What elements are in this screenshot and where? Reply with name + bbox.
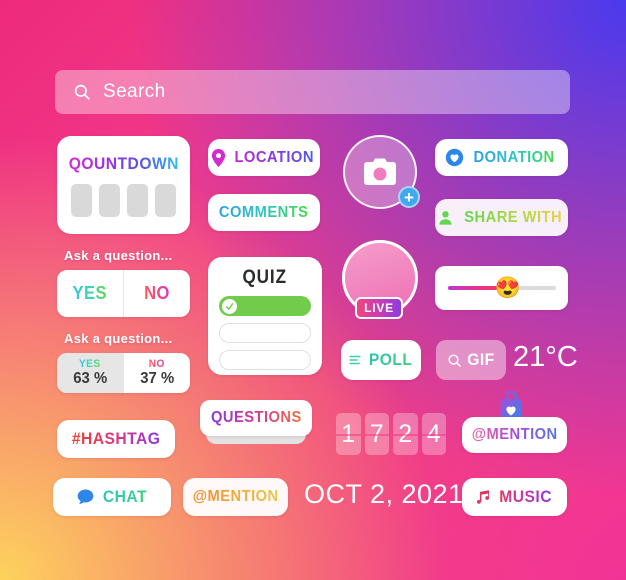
poll-result-yes: YES 63 % <box>57 353 124 393</box>
camera-icon <box>364 158 396 185</box>
ask-question-prompt-1: Ask a question... <box>64 248 173 263</box>
mention-shop-label: @MENTION <box>471 426 558 443</box>
quiz-title: QUIZ <box>242 267 288 288</box>
poll-yes-label: YES <box>72 283 108 303</box>
poll-result-no: NO 37 % <box>124 353 191 393</box>
flip-digit-value: 4 <box>426 419 441 448</box>
search-icon <box>448 353 461 367</box>
live-badge[interactable]: LIVE <box>355 297 403 319</box>
questions-sticker[interactable]: QUESTIONS <box>200 400 312 444</box>
music-sticker[interactable]: MUSIC <box>462 478 567 516</box>
chat-sticker[interactable]: CHAT <box>53 478 171 516</box>
mention-shop-sticker[interactable]: @MENTION <box>462 417 567 453</box>
temperature-label: 21°C <box>513 341 578 373</box>
donation-label: DONATION <box>473 148 555 166</box>
poll-results-sticker[interactable]: YES 63 % NO 37 % <box>57 353 190 393</box>
flip-countdown-digits[interactable]: 1 7 2 4 <box>336 413 446 455</box>
heart-eyes-emoji-icon[interactable]: 😍 <box>495 278 521 299</box>
countdown-digit-placeholders <box>71 183 176 217</box>
flip-digit: 2 <box>393 413 418 455</box>
poll-label: POLL <box>368 350 413 369</box>
poll-result-no-value: 37 % <box>139 370 174 387</box>
questions-label: QUESTIONS <box>210 409 302 426</box>
person-icon <box>439 211 452 225</box>
gif-label: GIF <box>466 350 495 369</box>
location-label: LOCATION <box>234 148 314 166</box>
mention-sticker[interactable]: @MENTION <box>183 478 288 516</box>
temperature-sticker[interactable]: 21°C <box>513 341 578 374</box>
poll-result-yes-value: 63 % <box>73 370 108 387</box>
quiz-option[interactable] <box>219 323 311 343</box>
ask-question-prompt-2: Ask a question... <box>64 331 173 346</box>
countdown-label: QOUNTDOWN <box>68 153 179 173</box>
search-bar[interactable]: Search <box>55 70 570 114</box>
countdown-sticker[interactable]: QOUNTDOWN <box>57 136 190 234</box>
poll-no-label: NO <box>144 283 170 303</box>
gif-sticker[interactable]: GIF <box>436 340 506 380</box>
slider-track[interactable]: 😍 <box>447 278 556 299</box>
poll-sticker[interactable]: POLL <box>341 340 421 380</box>
heart-circle-icon <box>445 148 464 167</box>
quiz-option-correct[interactable] <box>219 296 311 316</box>
countdown-box <box>127 183 148 217</box>
hashtag-label: #HASHTAG <box>71 429 161 448</box>
flip-digit: 7 <box>364 413 389 455</box>
countdown-box <box>99 183 120 217</box>
flip-digit-value: 7 <box>369 419 384 448</box>
questions-card-front[interactable]: QUESTIONS <box>200 400 312 436</box>
plus-icon: + <box>404 187 414 207</box>
search-icon <box>74 84 90 100</box>
donation-sticker[interactable]: DONATION <box>435 139 568 176</box>
date-label: OCT 2, 2021 <box>304 479 464 509</box>
sticker-board: Search QOUNTDOWN Ask a question... YES N… <box>0 0 626 580</box>
emoji-slider-sticker[interactable]: 😍 <box>435 266 568 310</box>
date-sticker[interactable]: OCT 2, 2021 <box>304 479 464 510</box>
flip-digit-value: 1 <box>341 419 356 448</box>
yes-no-poll-sticker[interactable]: YES NO <box>57 270 190 317</box>
quiz-option[interactable] <box>219 350 311 370</box>
search-placeholder: Search <box>103 81 166 102</box>
countdown-box <box>155 183 176 217</box>
flip-digit-value: 2 <box>398 419 413 448</box>
location-sticker[interactable]: LOCATION <box>208 139 320 176</box>
flip-digit: 4 <box>421 413 446 455</box>
poll-no-option[interactable]: NO <box>124 270 190 317</box>
live-badge-label: LIVE <box>364 301 394 315</box>
poll-result-yes-label: YES <box>79 358 102 370</box>
poll-yes-option[interactable]: YES <box>57 270 123 317</box>
check-icon <box>222 298 237 314</box>
comments-sticker[interactable]: COMMENTS <box>208 194 320 231</box>
share-with-sticker[interactable]: SHARE WITH <box>435 199 568 236</box>
hashtag-sticker[interactable]: #HASHTAG <box>57 420 175 458</box>
flip-digit: 1 <box>336 413 361 455</box>
chat-bubble-icon <box>77 489 93 505</box>
poll-bars-icon <box>349 355 361 365</box>
share-with-label: SHARE WITH <box>464 208 562 226</box>
chat-label: CHAT <box>102 487 147 506</box>
countdown-box <box>71 183 92 217</box>
quiz-sticker[interactable]: QUIZ <box>208 257 322 375</box>
music-note-icon <box>477 490 490 504</box>
comments-label: COMMENTS <box>219 203 309 221</box>
camera-add-badge[interactable]: + <box>398 186 420 208</box>
poll-result-no-label: NO <box>148 358 165 370</box>
location-pin-icon <box>211 148 225 167</box>
music-label: MUSIC <box>499 487 553 506</box>
mention-label: @MENTION <box>192 488 279 505</box>
